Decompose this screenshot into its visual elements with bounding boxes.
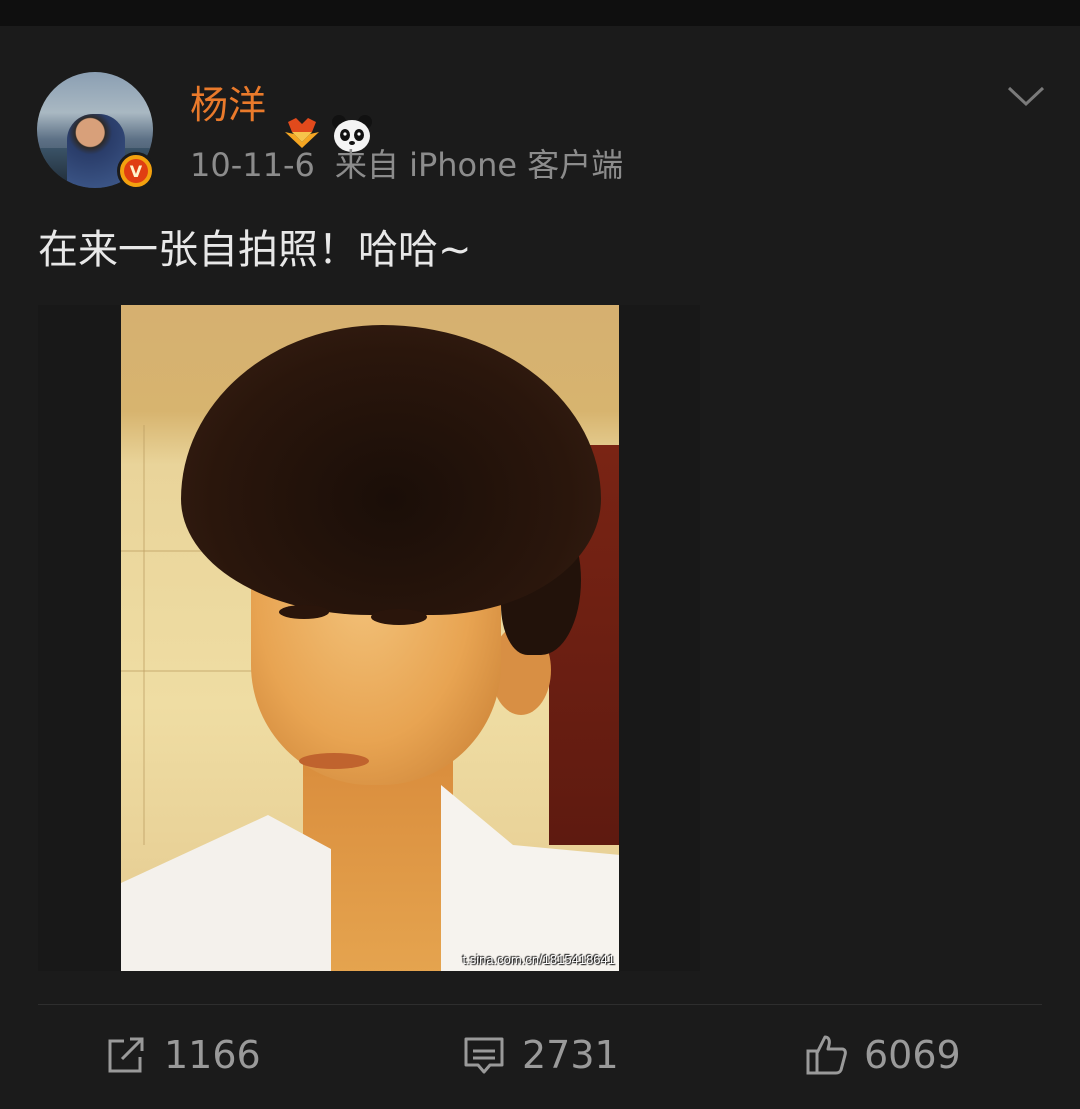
verified-v-icon: V [117,152,155,190]
post-source[interactable]: 来自 iPhone 客户端 [335,146,623,184]
weibo-post-card: V 杨洋 10-11-6 来自 iPhone 客户端 在来一张自拍照！哈哈~ t… [0,26,1080,1109]
comment-count: 2731 [522,1033,619,1077]
post-text: 在来一张自拍照！哈哈~ [38,227,472,273]
post-image-frame: t.sina.com.cn/1815418641 [38,305,700,971]
image-watermark: t.sina.com.cn/1815418641 [462,952,616,967]
like-count: 6069 [864,1033,961,1077]
chevron-down-icon[interactable] [1006,84,1046,108]
repost-count: 1166 [164,1033,261,1077]
like-button[interactable]: 6069 [804,1030,961,1080]
repost-icon [108,1037,144,1073]
comment-icon [464,1037,504,1074]
post-image[interactable]: t.sina.com.cn/1815418641 [121,305,619,971]
username[interactable]: 杨洋 [190,86,266,124]
post-date: 10-11-6 [190,146,315,184]
top-bar [0,0,1080,26]
comment-button[interactable]: 2731 [462,1030,619,1080]
divider [38,1004,1042,1005]
repost-button[interactable]: 1166 [104,1030,261,1080]
thumbs-up-icon [806,1035,847,1075]
avatar-figure [67,114,125,188]
post-meta: 10-11-6 来自 iPhone 客户端 [190,149,623,181]
